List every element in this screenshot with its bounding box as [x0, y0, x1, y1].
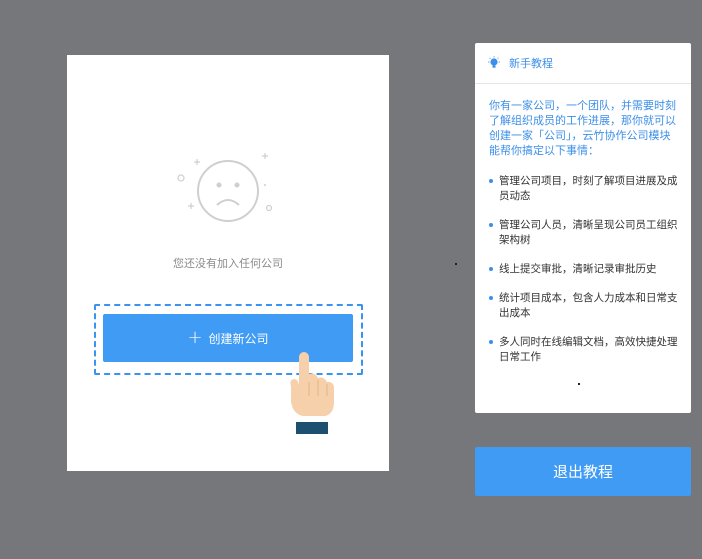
pointing-hand-icon — [290, 352, 334, 434]
lightbulb-icon — [488, 56, 500, 68]
bullet-dot — [489, 267, 493, 271]
bullet-dot — [489, 179, 493, 183]
list-item: 管理公司项目，时刻了解项目进展及成员动态 — [489, 174, 681, 204]
speck-dot — [578, 383, 580, 385]
list-item: 线上提交审批，清晰记录审批历史 — [489, 262, 681, 277]
tutorial-panel: 新手教程 你有一家公司，一个团队，并需要时刻了解组织成员的工作进展，那你就可以创… — [475, 43, 691, 413]
plus-icon: + — [187, 327, 203, 348]
bullet-dot — [489, 296, 493, 300]
list-item: 统计项目成本，包含人力成本和日常支出成本 — [489, 291, 681, 321]
bullet-dot — [489, 340, 493, 344]
list-item: 管理公司人员，清晰呈现公司员工组织架构树 — [489, 218, 681, 248]
list-item: 多人同时在线编辑文档，高效快捷处理日常工作 — [489, 335, 681, 365]
tutorial-intro: 你有一家公司，一个团队，并需要时刻了解组织成员的工作进展，那你就可以创建一家「公… — [489, 99, 676, 157]
tutorial-feature-list: 管理公司项目，时刻了解项目进展及成员动态 管理公司人员，清晰呈现公司员工组织架构… — [489, 174, 681, 365]
tutorial-header: 新手教程 — [475, 43, 691, 84]
tutorial-title: 新手教程 — [509, 57, 553, 70]
sad-face-icon — [177, 153, 273, 222]
speck-dot — [455, 263, 457, 265]
empty-state-message: 您还没有加入任何公司 — [173, 257, 283, 270]
exit-tutorial-button[interactable]: 退出教程 — [475, 447, 691, 496]
bullet-dot — [489, 223, 493, 227]
company-panel: 您还没有加入任何公司 + 创建新公司 — [67, 55, 389, 471]
create-company-label: 创建新公司 — [208, 331, 269, 346]
